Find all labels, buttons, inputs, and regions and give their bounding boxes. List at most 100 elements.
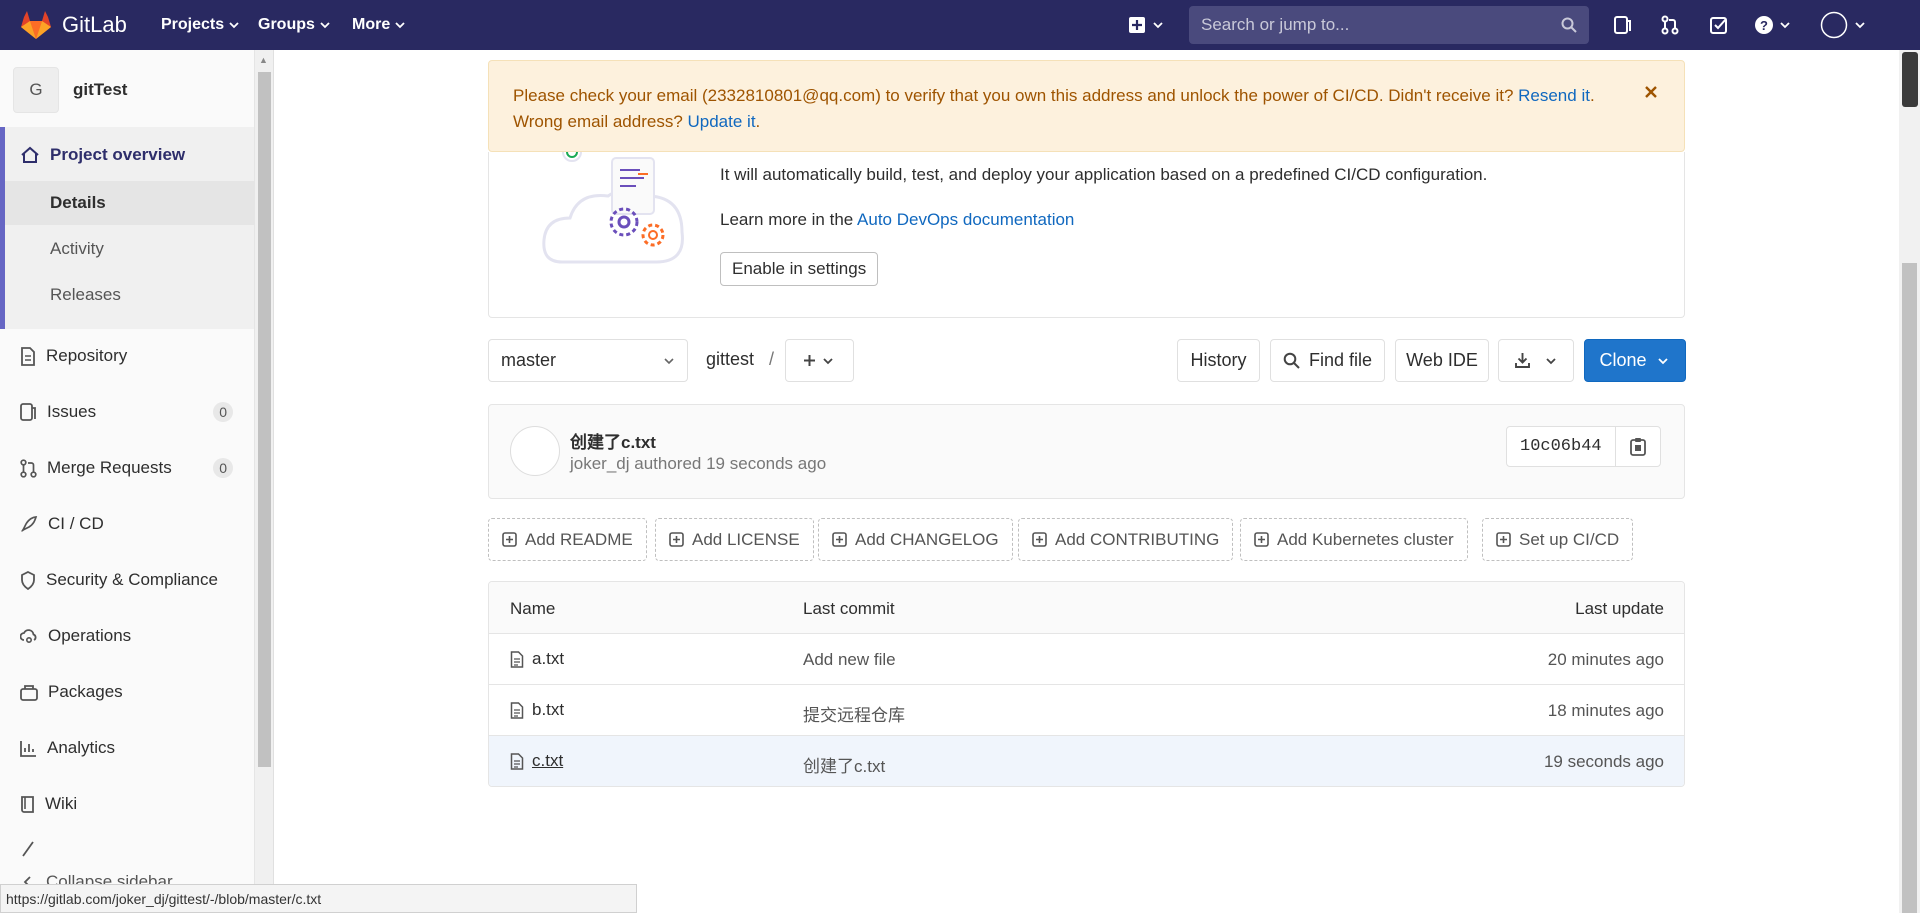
copy-sha-button[interactable] <box>1616 427 1660 466</box>
commit-author-link[interactable]: joker_dj <box>570 454 630 473</box>
set-up-ci-cd-button[interactable]: Set up CI/CD <box>1482 518 1634 561</box>
web-ide-button[interactable]: Web IDE <box>1395 339 1489 382</box>
sidebar-item-wiki[interactable]: Wiki <box>20 794 245 814</box>
file-icon <box>510 701 524 719</box>
search-bar[interactable]: Search or jump to... <box>1189 6 1589 44</box>
plus-square-icon <box>669 532 684 547</box>
commit-title[interactable]: 创建了c.txt <box>570 428 656 453</box>
sidebar-item-packages[interactable]: Packages <box>20 682 245 702</box>
sidebar-item-issues[interactable]: Issues 0 <box>20 402 245 422</box>
sidebar-item-security[interactable]: Security & Compliance <box>20 570 245 590</box>
resend-link[interactable]: Resend it <box>1518 86 1590 105</box>
projects-menu[interactable]: Projects <box>161 0 239 50</box>
sidebar-item-details[interactable]: Details <box>5 181 254 225</box>
table-row[interactable]: b.txt 提交远程仓库 18 minutes ago <box>489 685 1684 736</box>
chevron-down-icon <box>395 21 405 29</box>
sidebar-item-repository[interactable]: Repository <box>20 346 245 366</box>
issues-nav-button[interactable] <box>1612 11 1632 39</box>
file-name-label: a.txt <box>532 649 565 668</box>
add-kubernetes-cluster-label: Add Kubernetes cluster <box>1277 529 1454 549</box>
file-name[interactable]: a.txt <box>510 649 564 669</box>
download-icon <box>1514 353 1530 368</box>
learn-more-text: Learn more in the <box>720 210 858 229</box>
commit-sha-group: 10c06b44 <box>1506 426 1661 467</box>
auto-devops-panel: It will automatically build, test, and d… <box>488 152 1685 318</box>
page-scrollbar-thumb[interactable] <box>1902 263 1917 913</box>
user-menu[interactable] <box>1820 11 1867 39</box>
clone-button[interactable]: Clone <box>1584 339 1686 382</box>
merge-requests-nav-button[interactable] <box>1660 11 1680 39</box>
auto-devops-docs-link[interactable]: Auto DevOps documentation <box>857 210 1074 229</box>
groups-menu-label: Groups <box>258 16 315 33</box>
download-button[interactable] <box>1498 339 1574 382</box>
column-last-update-header: Last update <box>1575 599 1664 618</box>
alert-text: . <box>755 112 761 131</box>
todos-nav-button[interactable] <box>1709 11 1729 39</box>
file-name[interactable]: c.txt <box>510 751 563 771</box>
sidebar-scrollbar-thumb[interactable] <box>258 72 271 767</box>
chevron-down-icon <box>1545 357 1556 364</box>
branch-selector[interactable]: master <box>488 339 688 382</box>
sidebar-item-releases[interactable]: Releases <box>5 273 254 317</box>
add-changelog-button[interactable]: Add CHANGELOG <box>818 518 1013 561</box>
path-breadcrumb[interactable]: gittest <box>706 349 754 370</box>
plus-square-icon <box>502 532 517 547</box>
add-license-button[interactable]: Add LICENSE <box>655 518 814 561</box>
history-button[interactable]: History <box>1177 339 1260 382</box>
snippet-icon <box>22 841 34 857</box>
home-icon <box>21 146 39 163</box>
alert-text: Please check your email (2332810801@qq.c… <box>513 86 1519 105</box>
add-kubernetes-cluster-button[interactable]: Add Kubernetes cluster <box>1240 518 1468 561</box>
commit-sha[interactable]: 10c06b44 <box>1507 427 1616 466</box>
project-header[interactable]: G gitTest <box>13 67 127 113</box>
new-item-button[interactable] <box>1128 11 1165 39</box>
sidebar-item-more[interactable] <box>20 840 245 858</box>
add-to-tree-button[interactable] <box>785 339 854 382</box>
help-menu[interactable]: ? <box>1754 11 1792 39</box>
search-input[interactable]: Search or jump to... <box>1201 15 1561 35</box>
minimap-widget[interactable] <box>1902 52 1918 107</box>
plus-square-icon <box>1254 532 1269 547</box>
more-menu[interactable]: More <box>352 0 405 50</box>
sidebar-item-ci-cd[interactable]: CI / CD <box>20 514 245 534</box>
file-icon <box>510 752 524 770</box>
file-last-update: 19 seconds ago <box>1543 752 1664 771</box>
plus-square-icon <box>1032 532 1047 547</box>
path-separator: / <box>769 349 775 369</box>
sidebar-item-label: Wiki <box>45 794 78 813</box>
find-file-button[interactable]: Find file <box>1270 339 1385 382</box>
update-email-link[interactable]: Update it <box>688 112 756 131</box>
close-alert-button[interactable] <box>1644 85 1658 99</box>
merge-request-icon <box>1661 15 1679 35</box>
file-name[interactable]: b.txt <box>510 700 564 720</box>
scroll-up-arrow-icon[interactable]: ▲ <box>259 55 268 65</box>
sidebar-item-activity[interactable]: Activity <box>5 227 254 271</box>
file-name-label: c.txt <box>532 751 564 770</box>
file-last-commit[interactable]: 创建了c.txt <box>803 752 885 777</box>
last-commit-panel: 创建了c.txt joker_dj authored 19 seconds ag… <box>488 404 1685 499</box>
file-last-commit[interactable]: Add new file <box>803 650 896 670</box>
sidebar-item-merge-requests[interactable]: Merge Requests 0 <box>20 458 245 478</box>
more-menu-label: More <box>352 16 391 33</box>
groups-menu[interactable]: Groups <box>258 0 330 50</box>
table-row[interactable]: c.txt 创建了c.txt 19 seconds ago <box>489 736 1684 786</box>
logo-text: GitLab <box>62 12 127 37</box>
chevron-down-icon <box>1780 22 1790 29</box>
column-name-header: Name <box>510 599 556 618</box>
add-contributing-button[interactable]: Add CONTRIBUTING <box>1018 518 1234 561</box>
commit-author-avatar[interactable] <box>510 426 560 476</box>
plus-square-icon <box>1129 17 1145 33</box>
sidebar-item-analytics[interactable]: Analytics <box>20 738 245 758</box>
enable-in-settings-button[interactable]: Enable in settings <box>720 252 879 286</box>
merge-request-icon <box>20 458 37 478</box>
project-overview-link[interactable]: Project overview <box>20 145 185 165</box>
add-readme-button[interactable]: Add README <box>488 518 647 561</box>
project-overview-label: Project overview <box>50 145 186 164</box>
auto-devops-description: It will automatically build, test, and d… <box>720 165 1488 184</box>
table-row[interactable]: a.txt Add new file 20 minutes ago <box>489 634 1684 685</box>
sidebar-item-operations[interactable]: Operations <box>20 626 245 646</box>
sidebar-item-label: Merge Requests <box>47 458 172 477</box>
project-name: gitTest <box>73 80 128 99</box>
gitlab-logo[interactable]: GitLab <box>20 9 127 41</box>
file-last-commit[interactable]: 提交远程仓库 <box>803 701 905 726</box>
